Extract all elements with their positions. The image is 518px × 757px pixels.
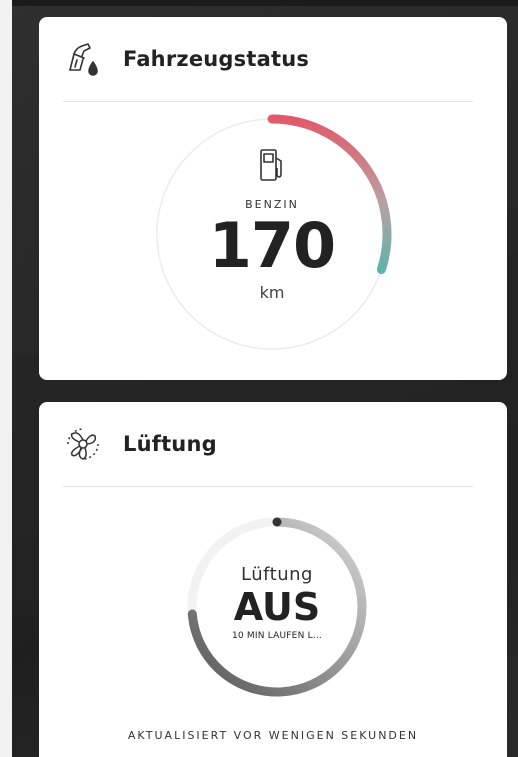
vehicle-status-title: Fahrzeugstatus <box>123 47 310 71</box>
last-updated-text: AKTUALISIERT VOR WENIGEN SEKUNDEN <box>127 729 419 742</box>
fuel-gauge-content: BENZIN 170 km <box>152 114 392 354</box>
fuel-range-value: 170 <box>208 209 336 282</box>
ventilation-label: Lüftung <box>241 564 313 585</box>
ventilation-title: Lüftung <box>123 432 217 456</box>
fuel-range-unit: km <box>259 283 285 302</box>
left-edge <box>0 0 12 757</box>
top-edge <box>0 0 518 6</box>
ventilation-card[interactable]: Lüftung Lüftung AUS 10 MIN LAUFEN L... A… <box>39 402 507 757</box>
ventilation-subtext: 10 MIN LAUFEN L... <box>232 631 322 641</box>
ventilation-header: Lüftung <box>63 424 217 464</box>
fuel-nozzle-drop-icon <box>63 39 103 79</box>
fan-icon <box>63 424 103 464</box>
app-screen: Fahrzeugstatus BENZIN 170 km Lüftung Lüf… <box>0 0 518 757</box>
fuel-pump-icon <box>259 148 285 182</box>
fuel-gauge: BENZIN 170 km <box>152 114 392 354</box>
divider <box>63 101 473 102</box>
divider <box>63 486 473 487</box>
vehicle-status-card[interactable]: Fahrzeugstatus BENZIN 170 km <box>39 17 507 380</box>
ventilation-gauge[interactable]: Lüftung AUS 10 MIN LAUFEN L... <box>182 512 372 702</box>
ventilation-state: AUS <box>233 585 321 629</box>
ventilation-gauge-content: Lüftung AUS 10 MIN LAUFEN L... <box>182 512 372 702</box>
vehicle-status-header: Fahrzeugstatus <box>63 39 309 79</box>
